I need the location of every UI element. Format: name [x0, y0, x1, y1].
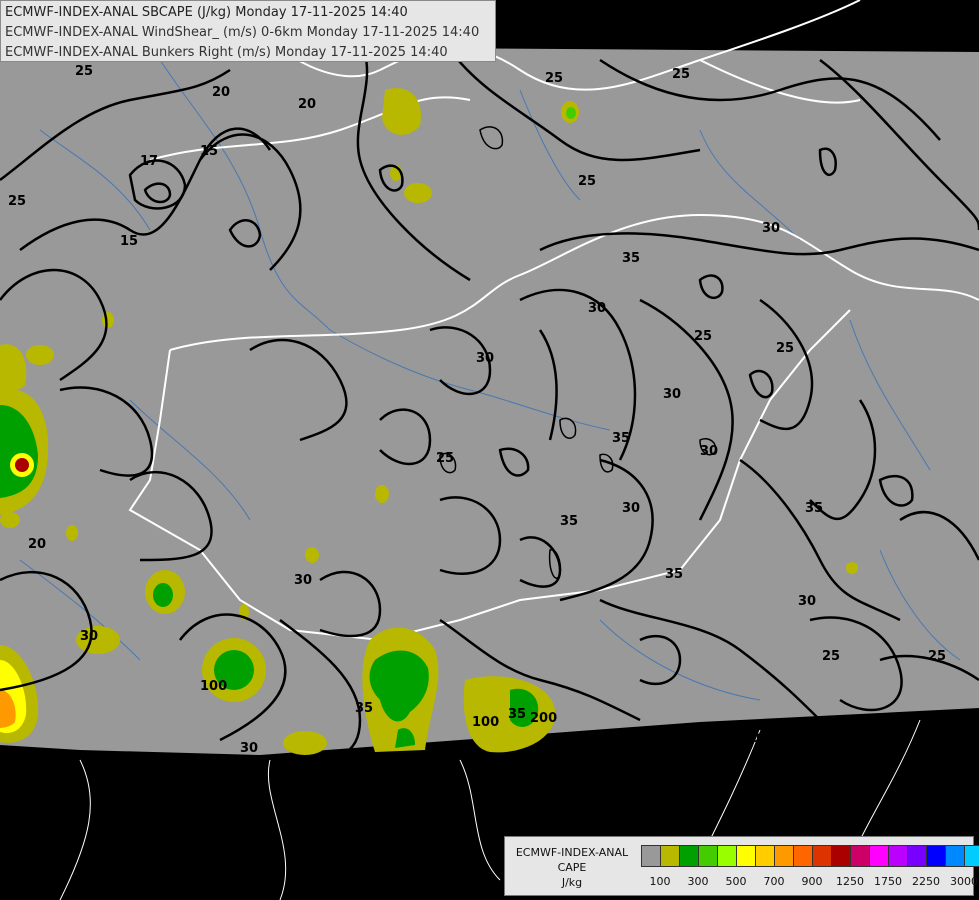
contour-label: 20 — [212, 85, 230, 100]
contour-label: 100 — [200, 679, 227, 694]
contour-label: 25 — [578, 174, 596, 189]
contour-label: 30 — [798, 594, 816, 609]
contour-label: 20 — [298, 97, 316, 112]
contour-label: 35 — [665, 567, 683, 582]
map-title-box: ECMWF-INDEX-ANAL SBCAPE (J/kg) Monday 17… — [0, 0, 496, 62]
contour-label: 25 — [436, 451, 454, 466]
contour-label: 35 — [508, 707, 526, 722]
contour-label: 25 — [8, 194, 26, 209]
title-bunkers: ECMWF-INDEX-ANAL Bunkers Right (m/s) Mon… — [5, 45, 448, 60]
contour-label: 30 — [762, 221, 780, 236]
legend-swatch — [718, 846, 737, 866]
contour-label: 20 — [28, 537, 46, 552]
contour-label: 35 — [560, 514, 578, 529]
legend-tick-label: 1750 — [874, 875, 902, 888]
contour-label: 25 — [75, 64, 93, 79]
contour-label: 15 — [200, 144, 218, 159]
legend-tick-label: 900 — [801, 875, 823, 888]
legend-swatch — [889, 846, 908, 866]
legend-tick-label: 1250 — [836, 875, 864, 888]
legend-swatch — [775, 846, 794, 866]
legend-color-bar — [641, 845, 979, 867]
legend-tick-label: 500 — [725, 875, 747, 888]
contour-label: 30 — [622, 501, 640, 516]
legend-tick-label: 2250 — [912, 875, 940, 888]
contour-label: 25 — [545, 71, 563, 86]
legend-caption: ECMWF-INDEX-ANAL CAPE J/kg — [507, 845, 637, 890]
contour-label: 30 — [663, 387, 681, 402]
legend-swatch — [661, 846, 680, 866]
legend-tick-label: 700 — [763, 875, 785, 888]
contour-label: 30 — [476, 351, 494, 366]
contour-label: 35 — [355, 701, 373, 716]
contour-label: 25 — [776, 341, 794, 356]
legend-tick-labels: 10030050070090012501750225030005000 — [641, 875, 979, 889]
legend-caption-unit: J/kg — [561, 876, 583, 889]
legend-tick-label: 3000 — [950, 875, 978, 888]
contour-label: 30 — [240, 741, 258, 756]
contour-label: 17 — [140, 154, 158, 169]
legend-swatch — [832, 846, 851, 866]
legend-swatch — [699, 846, 718, 866]
contour-label: 30 — [294, 573, 312, 588]
cape-legend: ECMWF-INDEX-ANAL CAPE J/kg 100 300 500 700 9… — [504, 836, 979, 896]
legend-swatch — [737, 846, 756, 866]
legend-swatch — [908, 846, 927, 866]
contour-label: 35 — [622, 251, 640, 266]
legend-swatch — [794, 846, 813, 866]
legend-tick-label: 300 — [687, 875, 709, 888]
contour-label: 30 — [588, 301, 606, 316]
legend-swatch — [756, 846, 775, 866]
title-sbcape: ECMWF-INDEX-ANAL SBCAPE (J/kg) Monday 17… — [5, 5, 408, 20]
weather-map: 25 20 17 15 25 25 25 20 15 25 30 35 30 2… — [0, 0, 979, 900]
contour-label: 25 — [694, 329, 712, 344]
contour-label: 25 — [928, 649, 946, 664]
legend-swatch — [813, 846, 832, 866]
contour-label: 30 — [742, 731, 760, 746]
contour-label: 30 — [80, 629, 98, 644]
contour-label: 35 — [612, 431, 630, 446]
contour-label: 35 — [805, 501, 823, 516]
legend-swatch — [870, 846, 889, 866]
legend-swatch — [851, 846, 870, 866]
contour-label: 15 — [120, 234, 138, 249]
title-windshear: ECMWF-INDEX-ANAL WindShear_ (m/s) 0-6km … — [5, 25, 480, 40]
legend-swatch — [927, 846, 946, 866]
legend-caption-variable: CAPE — [557, 861, 587, 874]
contour-label: 25 — [822, 649, 840, 664]
legend-tick-label: 100 — [649, 875, 671, 888]
legend-swatch — [946, 846, 965, 866]
legend-caption-model: ECMWF-INDEX-ANAL — [515, 846, 629, 859]
legend-swatch — [642, 846, 661, 866]
legend-swatch — [680, 846, 699, 866]
contour-label: 200 — [530, 711, 557, 726]
legend-swatch — [965, 846, 979, 866]
contour-label: 25 — [672, 67, 690, 82]
contour-label: 30 — [700, 444, 718, 459]
contour-label: 100 — [472, 715, 499, 730]
